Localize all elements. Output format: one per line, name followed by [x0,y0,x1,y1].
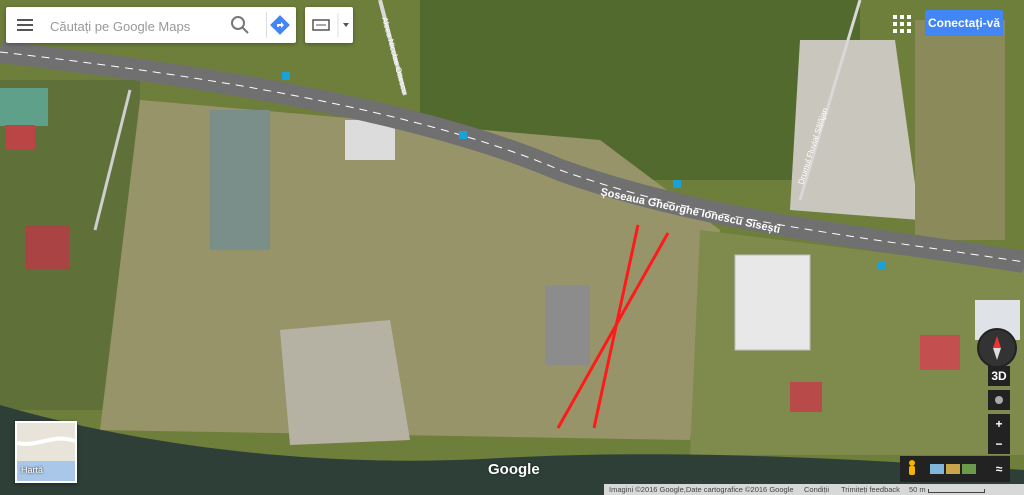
map-type-label: Hartă [21,465,44,475]
rotate-icon[interactable] [988,390,1010,410]
bus-stop-icon[interactable] [673,180,681,188]
field-right [915,20,1005,240]
feedback-link[interactable]: Trimiteți feedback [841,484,900,495]
imagery-credit: Imagini ©2016 Google,Date cartografice ©… [609,485,794,494]
scale-bar [928,489,985,493]
tennis-court [0,88,48,126]
zoom-in-button[interactable]: + [988,414,1010,434]
pegman-icon [909,460,915,475]
bus-stop-icon[interactable] [459,131,467,139]
compass-icon[interactable] [977,328,1017,368]
imagery-thumb-icon [962,464,976,474]
terms-link[interactable]: Condiții [804,484,829,495]
ruined-structure [545,285,590,365]
chevron-down-icon [343,23,349,27]
search-input[interactable] [48,7,222,45]
bus-stop-icon[interactable] [282,72,290,80]
red-roof-house-2 [790,382,822,412]
houses-row [210,110,270,250]
warehouse-roof [734,254,811,351]
map-footer: Imagini ©2016 Google,Date cartografice ©… [604,484,1024,495]
input-tools-button[interactable] [305,7,353,43]
roof-left-2 [25,225,70,270]
sign-in-button[interactable]: Conectați-vă [925,10,1003,36]
quarry-patch [280,320,410,445]
apps-grid-icon[interactable] [893,15,911,33]
scale-label: 50 m [909,485,926,494]
search-box [6,7,296,45]
google-logo: Google [488,461,540,478]
bus-stop-icon[interactable] [878,262,886,270]
imagery-thumb-icon [930,464,944,474]
search-icon[interactable] [228,13,252,37]
3d-toggle-button[interactable]: 3D [988,366,1010,386]
roof-left-1 [5,125,35,150]
zoom-out-button[interactable]: − [988,434,1010,454]
expand-icon[interactable]: ≈ [988,459,1010,479]
directions-icon[interactable] [266,12,293,38]
menu-icon[interactable] [14,15,36,35]
map-type-toggle[interactable]: Hartă [15,421,77,483]
imagery-thumb-icon [946,464,960,474]
red-roof-house [920,335,960,370]
satellite-map[interactable]: Șoseaua Gheorghe Ionescu Sisești Aleea N… [0,0,1024,495]
